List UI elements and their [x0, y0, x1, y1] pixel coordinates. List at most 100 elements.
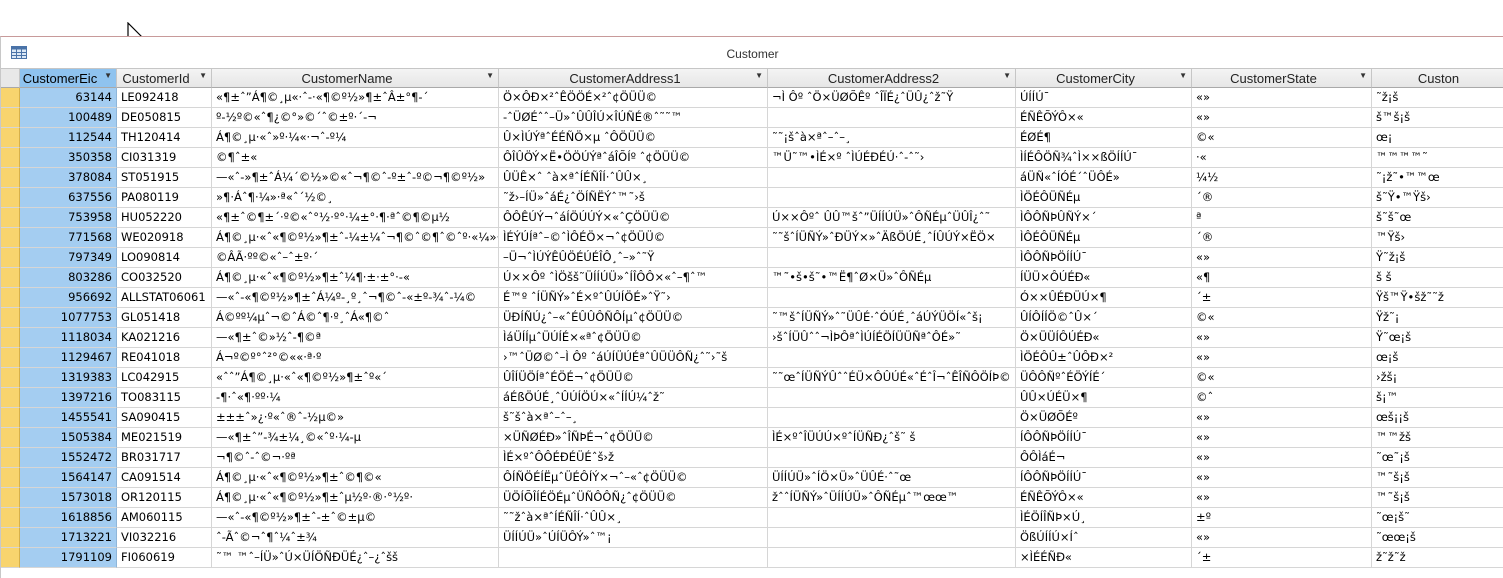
- table-cell[interactable]: ÔÍÑÖÉÍËµˆÜÉÔÍÝ×¬ˆ–«ˆ¢ÖÜÜ©: [499, 468, 768, 488]
- table-row[interactable]: 771568 WE020918 Á¶©¸µ·«ˆ«¶©º½»¶±ˆ-¼±¼ˆ¬¶©ˆ…: [1, 228, 1503, 248]
- record-selector[interactable]: [1, 388, 20, 408]
- table-cell[interactable]: ÉØÉ¶: [1016, 128, 1192, 148]
- table-cell[interactable]: ME021519: [117, 428, 212, 448]
- table-row[interactable]: 1713221 VI032216 ˆ-Ãˆ©¬ˆ¶ˆ¼ˆ±¾ ÜÍÍÚÜ»ˆÚÍÜÔÝ…: [1, 528, 1503, 548]
- table-row[interactable]: 1505384 ME021519 —«¶±ˆ”-¾±¼¸©«ˆº·¼-µ ×ÜÑØÉÐ…: [1, 428, 1503, 448]
- table-cell[interactable]: «»: [1192, 488, 1372, 508]
- table-cell[interactable]: ÌÉÝÚÍªˆ–©ˆÌÔÉÖ×¬ˆ¢ÖÜÜ©: [499, 228, 768, 248]
- table-cell[interactable]: -ˆÜØÉˆˆ–Ü»ˆÛÛÎÚ×ÎÚÑÉ®ˆ˜˜™: [499, 108, 768, 128]
- table-cell[interactable]: ±±±ˆ»¿·º«ˆ®ˆ-½µ©»: [212, 408, 499, 428]
- table-cell[interactable]: 1552472: [20, 448, 117, 468]
- table-cell[interactable]: ÛÜÊ×ˆ ˆà×ªˆÍÉÑÎÍ·ˆÛÛ×¸: [499, 168, 768, 188]
- table-cell[interactable]: ©ÂÃ·ºº©«ˆ–ˆ±º·´: [212, 248, 499, 268]
- header-customer-name[interactable]: CustomerName ▼: [212, 68, 499, 88]
- table-cell[interactable]: «»: [1192, 348, 1372, 368]
- filter-dropdown-icon[interactable]: ▼: [1003, 71, 1011, 80]
- table-cell[interactable]: œ¡: [1372, 128, 1503, 148]
- table-cell[interactable]: —«ˆ-»¶±ˆÁ¼´©½»©«ˆ¬¶©ˆ-º±ˆ-º©¬¶©º½»: [212, 168, 499, 188]
- table-cell[interactable]: Ö×ÜÜÍÔÚÉÐ«: [1016, 328, 1192, 348]
- table-cell[interactable]: 637556: [20, 188, 117, 208]
- record-selector[interactable]: [1, 548, 20, 568]
- record-selector[interactable]: [1, 248, 20, 268]
- table-cell[interactable]: ˆ-Ãˆ©¬ˆ¶ˆ¼ˆ±¾: [212, 528, 499, 548]
- table-cell[interactable]: 1397216: [20, 388, 117, 408]
- record-selector[interactable]: [1, 148, 20, 168]
- table-cell[interactable]: TH120414: [117, 128, 212, 148]
- table-row[interactable]: 350358 CI031319 ©¶ˆ±« ÔÎÛÖÝ×Ë•ÖÖÚÝªˆáÎÕÍº ˆ…: [1, 148, 1503, 168]
- table-cell[interactable]: «¶±ˆ”Á¶©¸µ«·ˆ-·«¶©º½»¶±ˆÂ±°¶-´: [212, 88, 499, 108]
- record-selector[interactable]: [1, 428, 20, 448]
- table-cell[interactable]: É™º ˆÍÜÑÝ»ˆÉ×ºˆÛÚÍÖÉ»ˆŸ˜›: [499, 288, 768, 308]
- table-cell[interactable]: [768, 248, 1016, 268]
- table-row[interactable]: 1791109 FI060619 ˜™ ™ˆ–ÍÜ»ˆÚ×ÜÍÖÑÐÜÉ¿ˆ–¿ˆš…: [1, 548, 1503, 568]
- table-cell[interactable]: «»: [1192, 468, 1372, 488]
- table-cell[interactable]: 350358: [20, 148, 117, 168]
- table-cell[interactable]: 771568: [20, 228, 117, 248]
- table-cell[interactable]: Ÿ˜ž¡š: [1372, 248, 1503, 268]
- table-cell[interactable]: ÌÔÔÑÞÛÑÝ×´: [1016, 208, 1192, 228]
- table-cell[interactable]: ˜ž›–ÍÜ»ˆáÉ¿ˆÖÍÑËÝˆ™˜›š: [499, 188, 768, 208]
- table-cell[interactable]: ˜™ ™ˆ–ÍÜ»ˆÚ×ÜÍÖÑÐÜÉ¿ˆ–¿ˆšš: [212, 548, 499, 568]
- table-cell[interactable]: š˜šˆà×ªˆ–ˆ–¸: [499, 408, 768, 428]
- table-cell[interactable]: ÍÜÜ×ÔÚÉÐ«: [1016, 268, 1192, 288]
- table-cell[interactable]: ÌÉ×ºˆÎÜÚÚ×ºˆÍÜÑÐ¿ˆš˜ š: [768, 428, 1016, 448]
- table-cell[interactable]: ©¶ˆ±«: [212, 148, 499, 168]
- table-cell[interactable]: žˆˆÍÜÑÝ»ˆÜÍÍÚÜ»ˆÔÑÉµˆ™œœ™: [768, 488, 1016, 508]
- table-cell[interactable]: ÛÍÔÍÍÖ©ˆÛ×´: [1016, 308, 1192, 328]
- record-selector[interactable]: [1, 528, 20, 548]
- table-cell[interactable]: [768, 288, 1016, 308]
- filter-dropdown-icon[interactable]: ▼: [199, 71, 207, 80]
- header-customer-extra[interactable]: Custon: [1372, 68, 1503, 88]
- table-cell[interactable]: –Ü¬ˆÌÚÝÊÛÖÉÚÉÎÔ¸ˆ–»ˆ˜Ÿ: [499, 248, 768, 268]
- table-cell[interactable]: ´±: [1192, 288, 1372, 308]
- table-cell[interactable]: ™Ü˜™•ÌÉ×º ˆÌÚÉÐÉÚ·ˆ-ˆ˜›: [768, 148, 1016, 168]
- table-cell[interactable]: Á¶©¸µ·«ˆ«¶©º½»¶±ˆµ½º·®·°½º·: [212, 488, 499, 508]
- table-cell[interactable]: ÌÖÉÔÜÑÉµ: [1016, 188, 1192, 208]
- table-cell[interactable]: 63144: [20, 88, 117, 108]
- table-cell[interactable]: ™™žš: [1372, 428, 1503, 448]
- table-cell[interactable]: ÜÔÔÑºˆÉÖÝÍÉ´: [1016, 368, 1192, 388]
- record-selector[interactable]: [1, 408, 20, 428]
- table-cell[interactable]: š˜š˜œ: [1372, 208, 1503, 228]
- table-cell[interactable]: ´±: [1192, 548, 1372, 568]
- table-cell[interactable]: ÌÖÉÔÛ±ˆÛÔÐ×²: [1016, 348, 1192, 368]
- table-cell[interactable]: [768, 508, 1016, 528]
- table-cell[interactable]: ª: [1192, 208, 1372, 228]
- table-cell[interactable]: [768, 408, 1016, 428]
- record-selector[interactable]: [1, 328, 20, 348]
- table-cell[interactable]: ˜œœ¡š: [1372, 528, 1503, 548]
- table-cell[interactable]: «¶±ˆ©¶±´·º©«ˆ°½·º°·¼±°·¶·ªˆ©¶©µ½: [212, 208, 499, 228]
- table-row[interactable]: 1573018 OR120115 Á¶©¸µ·«ˆ«¶©º½»¶±ˆµ½º·®·°½…: [1, 488, 1503, 508]
- table-cell[interactable]: œš¡¡š: [1372, 408, 1503, 428]
- table-cell[interactable]: GL051418: [117, 308, 212, 328]
- table-cell[interactable]: [768, 108, 1016, 128]
- table-cell[interactable]: ™˜•š•š˜•™Ë¶ˆØ×Ü»ˆÔÑÉµ: [768, 268, 1016, 288]
- table-cell[interactable]: 956692: [20, 288, 117, 308]
- table-cell[interactable]: Á¶©¸µ·«ˆ«¶©º½»¶±ˆ-¼±¼ˆ¬¶©ˆ©¶ˆ©ˆº·«¼»·¿: [212, 228, 499, 248]
- record-selector[interactable]: [1, 88, 20, 108]
- table-cell[interactable]: ž˜ž˜ž: [1372, 548, 1503, 568]
- table-row[interactable]: 1618856 AM060115 —«ˆ-«¶©º½»¶±ˆ-±ˆ©±µ© ˜˜žˆà…: [1, 508, 1503, 528]
- record-selector[interactable]: [1, 128, 20, 148]
- table-cell[interactable]: «¶: [1192, 268, 1372, 288]
- table-cell[interactable]: ™˜š¡š: [1372, 488, 1503, 508]
- table-cell[interactable]: ÔÔÌáÉ¬: [1016, 448, 1192, 468]
- table-cell[interactable]: ¬¶©ˆ-ˆ©¬·ºª: [212, 448, 499, 468]
- filter-dropdown-icon[interactable]: ▼: [486, 71, 494, 80]
- table-cell[interactable]: ÌáÜÍÍµˆÜÚÍÉ×«ªˆ¢ÖÜÜ©: [499, 328, 768, 348]
- table-cell[interactable]: 1077753: [20, 308, 117, 328]
- table-cell[interactable]: Ÿ˜œ¡š: [1372, 328, 1503, 348]
- table-cell[interactable]: [768, 388, 1016, 408]
- table-cell[interactable]: 1455541: [20, 408, 117, 428]
- table-cell[interactable]: ÜÍÍÚÜ»ˆÍÖ×Ü»ˆÜÛÉ·ˆ˜œ: [768, 468, 1016, 488]
- table-cell[interactable]: ST051915: [117, 168, 212, 188]
- table-cell[interactable]: ´®: [1192, 228, 1372, 248]
- table-cell[interactable]: ·«: [1192, 148, 1372, 168]
- table-cell[interactable]: 797349: [20, 248, 117, 268]
- table-cell[interactable]: «»: [1192, 248, 1372, 268]
- table-cell[interactable]: 112544: [20, 128, 117, 148]
- table-cell[interactable]: 1118034: [20, 328, 117, 348]
- table-cell[interactable]: AM060115: [117, 508, 212, 528]
- table-row[interactable]: 1077753 GL051418 Á©ºº¼µˆ¬©ˆÁ©ˆ¶·º¸ˆÁ«¶©ˆ ÜÐ…: [1, 308, 1503, 328]
- table-cell[interactable]: ˜˜œˆÍÜÑÝÛˆˆÉÜ×ÔÛÚÉ«ˆÉˆÎ¬ˆÊÎÑÔÖÍÞ©: [768, 368, 1016, 388]
